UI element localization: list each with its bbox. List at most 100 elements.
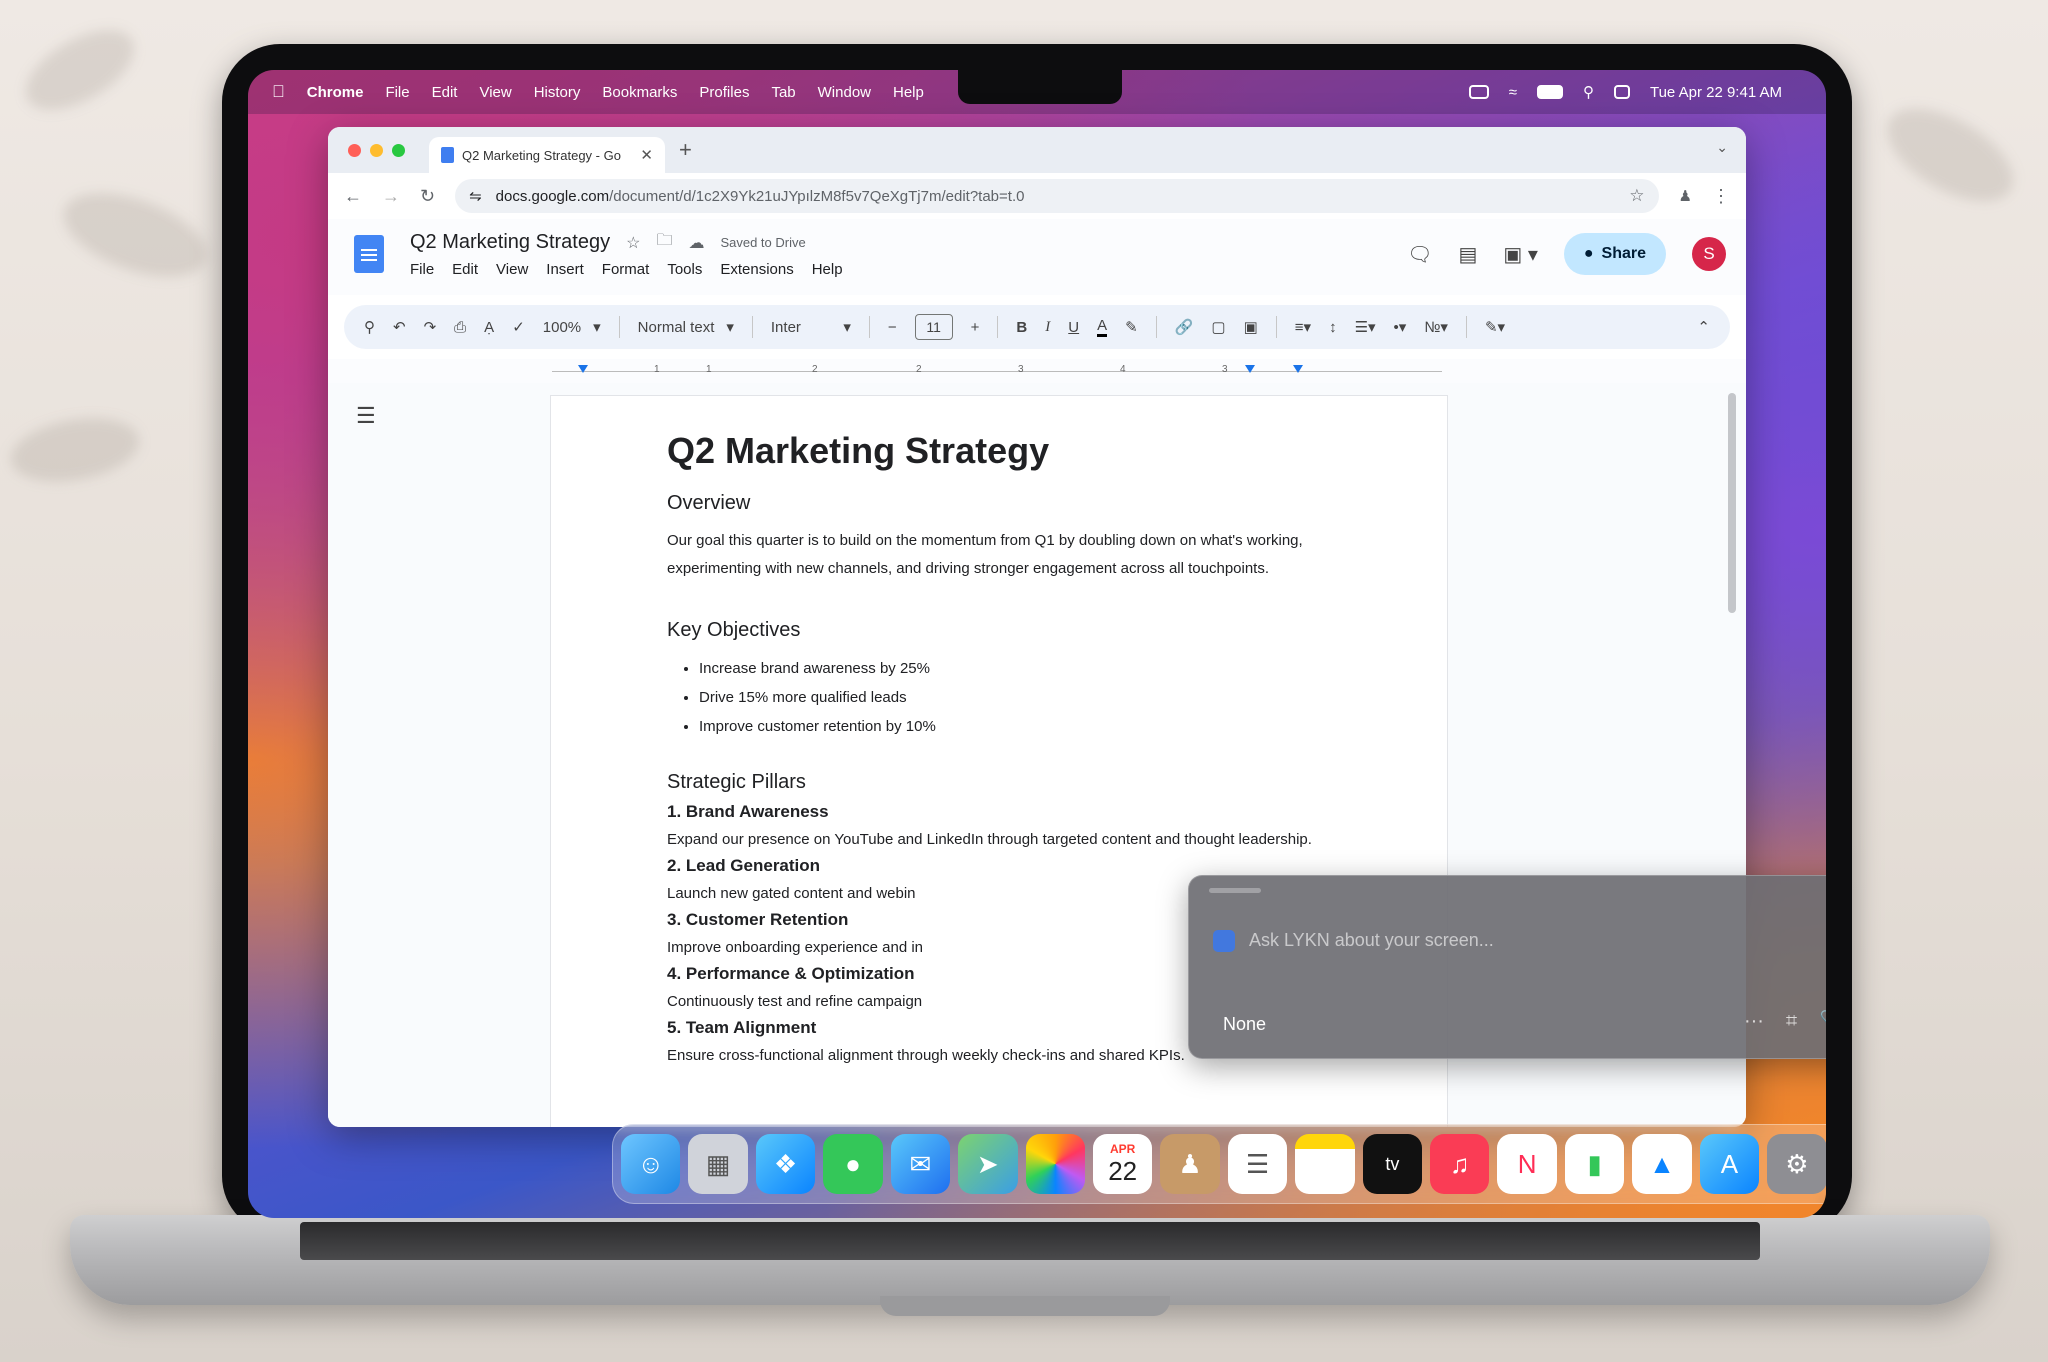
minimize-window-button[interactable]: [370, 143, 383, 157]
reload-icon[interactable]: ↻: [420, 186, 435, 207]
bookmark-star-icon[interactable]: ☆: [1629, 186, 1644, 206]
share-button[interactable]: ● Share: [1563, 233, 1666, 275]
menubar-clock[interactable]: Tue Apr 22 9:41 AM: [1650, 84, 1782, 101]
keynote-icon[interactable]: ▲: [1632, 1134, 1692, 1194]
contacts-icon[interactable]: ♟: [1160, 1134, 1220, 1194]
docs-menu-edit[interactable]: Edit: [452, 261, 478, 278]
apple-icon[interactable]: : [272, 82, 285, 102]
insert-link-icon[interactable]: 🔗: [1175, 318, 1194, 336]
browser-tab[interactable]: Q2 Marketing Strategy - Go ✕: [429, 137, 665, 173]
system-settings-icon[interactable]: ⚙: [1767, 1134, 1826, 1194]
menu-app-name[interactable]: Chrome: [307, 84, 364, 101]
checklist-icon[interactable]: ☰▾: [1355, 318, 1376, 336]
left-indent-marker-icon[interactable]: [578, 365, 588, 373]
spotlight-icon[interactable]: ⚲: [1583, 83, 1594, 101]
comments-icon[interactable]: ▤: [1458, 242, 1477, 267]
safari-icon[interactable]: ❖: [755, 1134, 816, 1194]
drag-handle[interactable]: [1209, 888, 1261, 893]
menu-help[interactable]: Help: [893, 84, 924, 101]
docs-menu-file[interactable]: File: [410, 261, 434, 278]
document-title[interactable]: Q2 Marketing Strategy: [410, 231, 610, 254]
star-icon[interactable]: ☆: [626, 233, 640, 253]
close-window-button[interactable]: [348, 143, 361, 157]
more-options-icon[interactable]: ···: [1744, 1010, 1764, 1033]
zoom-select[interactable]: 100% ▾: [543, 318, 601, 337]
notes-icon[interactable]: [1295, 1134, 1355, 1194]
menu-window[interactable]: Window: [818, 84, 871, 101]
menu-edit[interactable]: Edit: [432, 84, 458, 101]
tab-search-chevron-icon[interactable]: ⌄: [1716, 139, 1728, 156]
music-icon[interactable]: ♫: [1430, 1134, 1490, 1194]
paint-format-icon[interactable]: ✓: [512, 318, 525, 336]
menu-history[interactable]: History: [534, 84, 581, 101]
scrollbar[interactable]: [1728, 393, 1736, 613]
mail-icon[interactable]: ✉: [890, 1134, 951, 1194]
bold-icon[interactable]: B: [1016, 319, 1027, 336]
news-icon[interactable]: N: [1497, 1134, 1557, 1194]
maps-icon[interactable]: ➤: [958, 1134, 1018, 1194]
wifi-icon[interactable]: ≈: [1509, 84, 1517, 101]
messages-icon[interactable]: ●: [823, 1134, 883, 1194]
battery-icon[interactable]: [1536, 85, 1563, 99]
site-settings-icon[interactable]: ⇋: [469, 187, 482, 205]
right-indent-marker-icon[interactable]: [1245, 365, 1255, 373]
bulleted-list-icon[interactable]: •▾: [1394, 318, 1407, 336]
docs-menu-format[interactable]: Format: [602, 261, 650, 278]
move-folder-icon[interactable]: 🗀: [656, 229, 672, 256]
underline-icon[interactable]: U: [1068, 319, 1079, 336]
text-color-icon[interactable]: A: [1097, 317, 1108, 337]
style-select[interactable]: Normal text ▾: [638, 318, 734, 337]
docs-menu-view[interactable]: View: [496, 261, 528, 278]
photos-icon[interactable]: [1025, 1134, 1085, 1194]
crop-icon[interactable]: ⌗: [1786, 1010, 1797, 1033]
collapse-toolbar-icon[interactable]: ⌃: [1697, 318, 1710, 336]
assistant-input[interactable]: Ask LYKN about your screen...: [1249, 930, 1494, 951]
profile-icon[interactable]: ♟: [1679, 187, 1692, 205]
calendar-icon[interactable]: APR 22: [1092, 1134, 1153, 1194]
attach-icon[interactable]: 📎: [1819, 1009, 1826, 1034]
print-icon[interactable]: ⎙: [454, 319, 466, 336]
decrease-font-size-icon[interactable]: −: [888, 319, 897, 336]
avatar[interactable]: S: [1692, 237, 1726, 271]
apple-tv-icon[interactable]: tv: [1362, 1134, 1423, 1194]
menu-file[interactable]: File: [385, 84, 409, 101]
back-icon[interactable]: ←: [344, 186, 362, 207]
docs-logo-icon[interactable]: [354, 235, 384, 273]
close-tab-icon[interactable]: ✕: [640, 146, 653, 164]
right-margin-marker-icon[interactable]: [1293, 365, 1303, 373]
toggle-icon[interactable]: [1468, 85, 1489, 99]
app-store-icon[interactable]: A: [1699, 1134, 1760, 1194]
italic-icon[interactable]: I: [1045, 319, 1050, 336]
omnibox[interactable]: ⇋ docs.google.com/document/d/1c2X9Yk21uJ…: [455, 179, 1659, 213]
menu-tab[interactable]: Tab: [771, 84, 795, 101]
search-menus-icon[interactable]: ⚲: [364, 318, 375, 336]
docs-menu-extensions[interactable]: Extensions: [720, 261, 793, 278]
menu-view[interactable]: View: [479, 84, 511, 101]
highlight-icon[interactable]: ✎: [1125, 318, 1138, 336]
launchpad-icon[interactable]: ▦: [688, 1134, 748, 1194]
reminders-icon[interactable]: ☰: [1227, 1134, 1288, 1194]
line-spacing-icon[interactable]: ↕: [1329, 319, 1337, 336]
finder-icon[interactable]: ☺: [621, 1134, 681, 1194]
numbered-list-icon[interactable]: №▾: [1424, 318, 1448, 336]
docs-menu-insert[interactable]: Insert: [546, 261, 584, 278]
docs-menu-help[interactable]: Help: [812, 261, 843, 278]
comment-history-icon[interactable]: 🗨: [1407, 242, 1432, 267]
zoom-window-button[interactable]: [392, 143, 405, 157]
control-center-icon[interactable]: [1613, 85, 1630, 99]
docs-menu-tools[interactable]: Tools: [667, 261, 702, 278]
numbers-icon[interactable]: ▮: [1564, 1134, 1625, 1194]
meet-camera-icon[interactable]: ▣ ▾: [1503, 242, 1538, 267]
outline-icon[interactable]: ☰: [356, 403, 376, 429]
increase-font-size-icon[interactable]: +: [971, 319, 980, 336]
undo-icon[interactable]: ↶: [393, 318, 406, 336]
chrome-menu-icon[interactable]: ⋮: [1712, 186, 1730, 207]
menu-bookmarks[interactable]: Bookmarks: [602, 84, 677, 101]
spellcheck-icon[interactable]: Ạ: [484, 319, 494, 336]
add-comment-icon[interactable]: ▢: [1211, 318, 1225, 336]
redo-icon[interactable]: ↷: [424, 318, 437, 336]
forward-icon[interactable]: →: [382, 186, 400, 207]
model-selector[interactable]: None: [1223, 1014, 1266, 1035]
align-icon[interactable]: ≡▾: [1295, 318, 1311, 336]
new-tab-button[interactable]: +: [679, 137, 692, 163]
